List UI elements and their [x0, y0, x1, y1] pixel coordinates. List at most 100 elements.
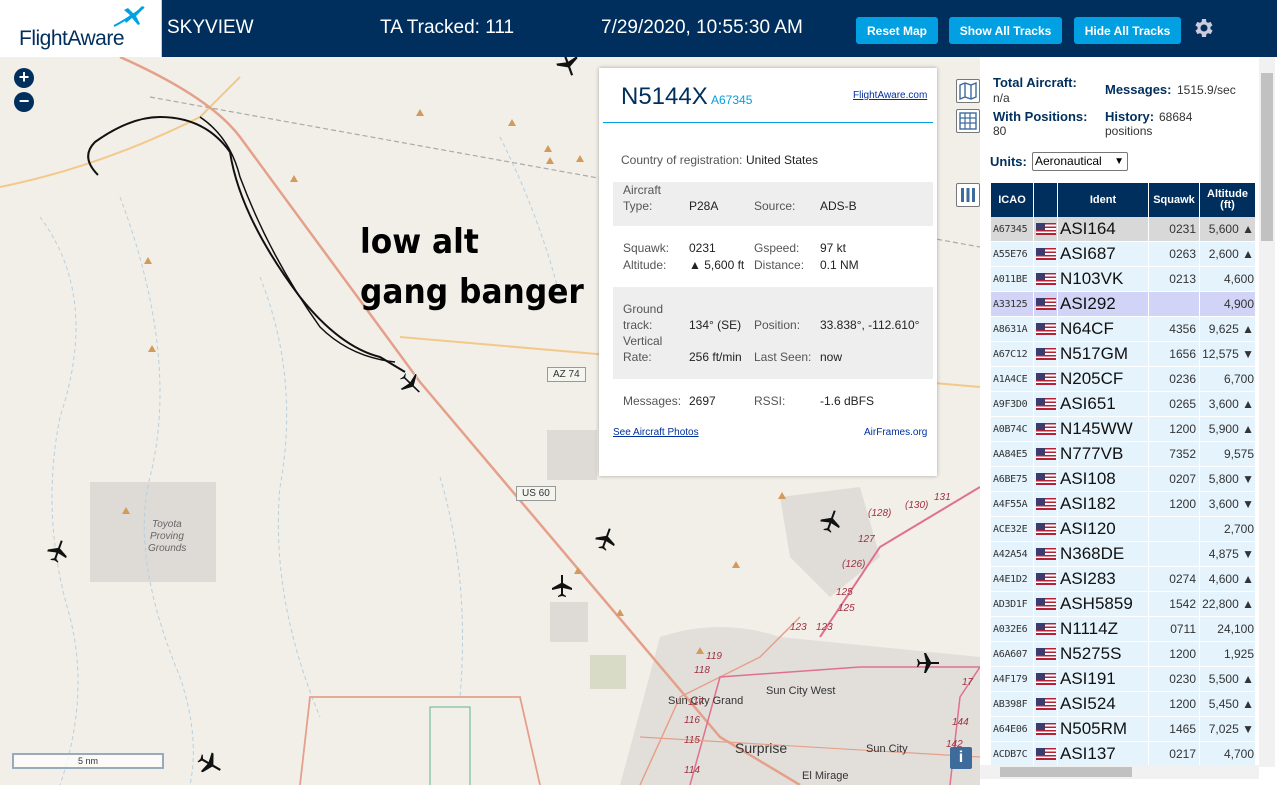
table-row[interactable]: A032E6 N1114Z 0711 24,100: [991, 617, 1256, 642]
zoom-out-button[interactable]: −: [14, 92, 34, 112]
table-row[interactable]: A0B74C N145WW 1200 5,900 ▲: [991, 417, 1256, 442]
cell-squawk: [1149, 542, 1200, 566]
map-label-toyota-3: Grounds: [148, 543, 187, 554]
flightaware-logo[interactable]: FlightAware: [0, 0, 162, 57]
cell-altitude: 9,575: [1200, 442, 1256, 466]
map-label-sun-city-west: Sun City West: [766, 685, 836, 697]
map-label-toyota-1: Toyota: [152, 519, 182, 530]
table-row[interactable]: AB398F ASI524 1200 5,450 ▲: [991, 692, 1256, 717]
map-label-sun-city-grand: Sun City Grand: [668, 695, 744, 707]
popup-divider: [603, 122, 933, 123]
cell-ident: ASI292: [1058, 292, 1149, 316]
cell-squawk: 1200: [1149, 692, 1200, 716]
table-row[interactable]: A67C12 N517GM 1656 12,575 ▼: [991, 342, 1256, 367]
table-row[interactable]: A6A607 N5275S 1200 1,925: [991, 642, 1256, 667]
col-header-flag[interactable]: [1034, 183, 1058, 217]
cell-squawk: 1200: [1149, 492, 1200, 516]
table-row[interactable]: A8631A N64CF 4356 9,625 ▲: [991, 317, 1256, 342]
scale-bar: 5 nm: [12, 753, 164, 769]
squawk-label: Squawk:: [623, 241, 670, 255]
sidebar-horizontal-scrollbar[interactable]: [980, 765, 1259, 779]
units-select[interactable]: Aeronautical ▼: [1032, 152, 1128, 171]
cell-squawk: 0263: [1149, 242, 1200, 266]
aircraft-icon[interactable]: [594, 527, 618, 551]
table-row[interactable]: A64E06 N505RM 1465 7,025 ▼: [991, 717, 1256, 742]
cell-altitude: 4,700: [1200, 742, 1256, 766]
col-header-ident[interactable]: Ident: [1058, 183, 1149, 217]
altitude-label: Altitude:: [623, 258, 667, 272]
cell-altitude: 5,600 ▲: [1200, 217, 1256, 241]
table-row[interactable]: A9F3D0 ASI651 0265 3,600 ▲: [991, 392, 1256, 417]
zoom-in-button[interactable]: +: [14, 68, 34, 88]
scrollbar-thumb[interactable]: [1261, 73, 1273, 241]
col-header-altitude[interactable]: Altitude (ft): [1200, 183, 1256, 217]
with-positions-label: With Positions:: [993, 109, 1088, 124]
table-row[interactable]: AA84E5 N777VB 7352 9,575: [991, 442, 1256, 467]
cell-ident: ASI191: [1058, 667, 1149, 691]
hide-all-tracks-button[interactable]: Hide All Tracks: [1074, 17, 1181, 44]
table-row[interactable]: A6BE75 ASI108 0207 5,800 ▼: [991, 467, 1256, 492]
aircraft-icon[interactable]: [197, 751, 223, 777]
show-all-tracks-button[interactable]: Show All Tracks: [949, 17, 1062, 44]
cell-icao: A42A54: [991, 542, 1034, 566]
table-row[interactable]: A42A54 N368DE 4,875 ▼: [991, 542, 1256, 567]
flightaware-link[interactable]: FlightAware.com: [853, 90, 927, 101]
table-row[interactable]: A011BE N103VK 0213 4,600: [991, 267, 1256, 292]
app-name: SKYVIEW: [167, 17, 254, 38]
cell-altitude: 9,625 ▲: [1200, 317, 1256, 341]
ground-track-label-2: track:: [623, 318, 653, 332]
aircraft-icon[interactable]: [916, 651, 940, 675]
cell-squawk: 0231: [1149, 217, 1200, 241]
table-row[interactable]: A33125 ASI292 4,900: [991, 292, 1256, 317]
cell-ident: ASI108: [1058, 467, 1149, 491]
airframes-link[interactable]: AirFrames.org: [864, 427, 927, 438]
units-select-value: Aeronautical: [1035, 154, 1102, 168]
col-header-icao[interactable]: ICAO: [991, 183, 1034, 217]
road-marker-131: 131: [934, 492, 951, 503]
col-header-squawk[interactable]: Squawk: [1149, 183, 1200, 217]
aircraft-icon[interactable]: [550, 574, 574, 598]
table-row[interactable]: ACE32E ASI120 2,700: [991, 517, 1256, 542]
us-flag-icon: [1035, 523, 1056, 535]
aircraft-photos-link[interactable]: See Aircraft Photos: [613, 427, 699, 438]
table-row[interactable]: A4F179 ASI191 0230 5,500 ▲: [991, 667, 1256, 692]
columns-icon: [961, 188, 975, 202]
gear-icon[interactable]: [1191, 16, 1215, 40]
map-layers-button[interactable]: [956, 79, 980, 103]
table-row[interactable]: A67345 ASI164 0231 5,600 ▲: [991, 217, 1256, 242]
table-row[interactable]: A4E1D2 ASI283 0274 4,600 ▲: [991, 567, 1256, 592]
cell-flag: [1034, 642, 1058, 666]
sidebar-vertical-scrollbar[interactable]: [1259, 57, 1275, 767]
map-label-surprise: Surprise: [735, 740, 788, 756]
logo-text: FlightAware: [19, 27, 125, 50]
cell-flag: [1034, 442, 1058, 466]
table-row[interactable]: ACDB7C ASI137 0217 4,700: [991, 742, 1256, 767]
grid-toggle-button[interactable]: [956, 109, 980, 133]
info-button[interactable]: i: [950, 747, 972, 769]
aircraft-icon[interactable]: [46, 539, 70, 563]
cell-squawk: 1200: [1149, 417, 1200, 441]
aircraft-icon[interactable]: [819, 509, 843, 533]
cell-squawk: 0207: [1149, 467, 1200, 491]
cell-ident: N145WW: [1058, 417, 1149, 441]
road-marker-119: 119: [706, 651, 722, 662]
cell-icao: A0B74C: [991, 417, 1034, 441]
reset-map-button[interactable]: Reset Map: [856, 17, 938, 44]
table-row[interactable]: A55E76 ASI687 0263 2,600 ▲: [991, 242, 1256, 267]
us-flag-icon: [1035, 398, 1056, 410]
cell-altitude: 4,600: [1200, 267, 1256, 291]
scrollbar-thumb[interactable]: [1000, 767, 1132, 777]
cell-ident: N64CF: [1058, 317, 1149, 341]
annotation-line-1: low alt: [360, 222, 479, 262]
selected-aircraft-icon[interactable]: [398, 371, 424, 397]
messages-rate-label: Messages:: [1105, 82, 1172, 97]
cell-icao: A1A4CE: [991, 367, 1034, 391]
road-marker-118: 118: [694, 665, 710, 676]
table-row[interactable]: A1A4CE N205CF 0236 6,700: [991, 367, 1256, 392]
sidebar-toggle-button[interactable]: [956, 183, 980, 207]
aircraft-icon[interactable]: [555, 57, 581, 77]
table-row[interactable]: A4F55A ASI182 1200 3,600 ▼: [991, 492, 1256, 517]
cell-icao: A67345: [991, 217, 1034, 241]
table-row[interactable]: AD3D1F ASH5859 1542 22,800 ▲: [991, 592, 1256, 617]
us-flag-icon: [1035, 298, 1056, 310]
